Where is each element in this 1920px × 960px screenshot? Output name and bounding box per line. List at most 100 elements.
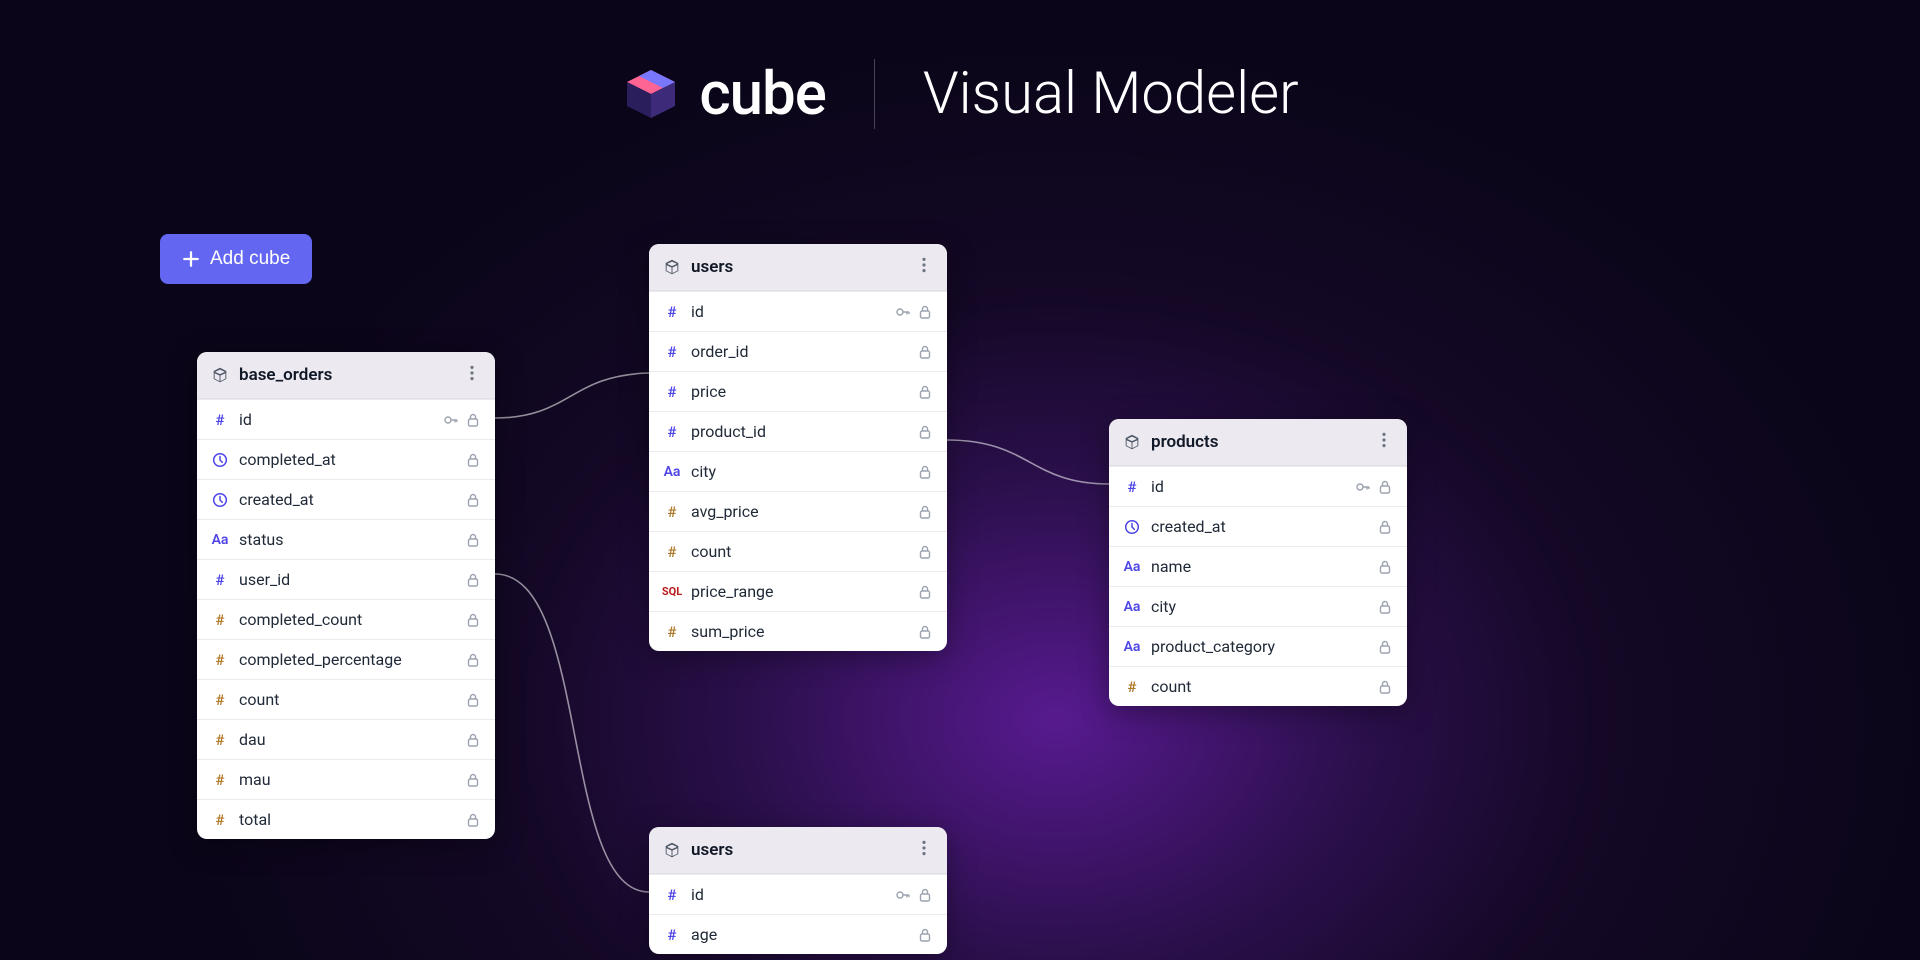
field-label: id [691,302,885,321]
card-header[interactable]: products [1109,419,1407,466]
lock-icon [917,464,933,480]
field-label: id [239,410,433,429]
field-label: city [1151,597,1367,616]
field-row[interactable]: #dau [197,719,495,759]
field-row[interactable]: #id [197,399,495,439]
field-row[interactable]: #completed_count [197,599,495,639]
field-row[interactable]: #order_id [649,331,947,371]
card-menu-button[interactable] [463,364,481,386]
field-row[interactable]: completed_at [197,439,495,479]
card-header-left: users [663,840,733,860]
field-meta [917,424,933,440]
field-label: price [691,382,907,401]
field-row[interactable]: SQLprice_range [649,571,947,611]
field-label: dau [239,730,455,749]
field-label: name [1151,557,1367,576]
lock-icon [465,452,481,468]
lock-icon [1377,519,1393,535]
field-meta [465,572,481,588]
cube-icon [663,841,681,859]
card-header[interactable]: base_orders [197,352,495,399]
field-row[interactable]: Aacity [649,451,947,491]
field-row[interactable]: Aacity [1109,586,1407,626]
field-meta [465,492,481,508]
field-row[interactable]: Aaproduct_category [1109,626,1407,666]
field-meta [895,887,933,903]
field-row[interactable]: created_at [1109,506,1407,546]
add-cube-button[interactable]: Add cube [160,234,312,284]
field-row[interactable]: # completed_percentage [197,639,495,679]
kebab-icon [463,364,481,382]
field-row[interactable]: # id [649,291,947,331]
field-meta [1377,639,1393,655]
lock-icon [465,532,481,548]
field-row[interactable]: #product_id [649,411,947,451]
field-meta [465,612,481,628]
lock-icon [465,652,481,668]
field-row[interactable]: #total [197,799,495,839]
lock-icon [465,772,481,788]
entity-card-users2[interactable]: users#id#age [649,827,947,954]
field-meta [917,384,933,400]
lock-icon [917,424,933,440]
field-row[interactable]: Aastatus [197,519,495,559]
plus-icon [182,250,200,268]
field-row[interactable]: # id [1109,466,1407,506]
card-menu-button[interactable] [1375,431,1393,453]
field-row[interactable]: Aaname [1109,546,1407,586]
kebab-icon [1375,431,1393,449]
key-icon [895,887,911,903]
entity-card-products[interactable]: products # id created_atAanameAacityAaprodu… [1109,419,1407,706]
entity-card-base_orders[interactable]: base_orders#idcompleted_atcreated_atAast… [197,352,495,839]
card-menu-button[interactable] [915,256,933,278]
cube-icon [663,258,681,276]
field-row[interactable]: #count [649,531,947,571]
field-label: completed_percentage [239,650,455,669]
field-label: age [691,925,907,944]
hash-icon: # [663,343,681,361]
field-label: id [1151,477,1345,496]
field-meta [465,692,481,708]
field-label: city [691,462,907,481]
lock-icon [1377,559,1393,575]
card-title: users [691,257,733,277]
field-row[interactable]: created_at [197,479,495,519]
field-meta [465,732,481,748]
field-row[interactable]: #sum_price [649,611,947,651]
field-label: sum_price [691,622,907,641]
field-row[interactable]: #count [197,679,495,719]
field-row[interactable]: #mau [197,759,495,799]
key-icon [443,412,459,428]
key-icon [1355,479,1371,495]
hash-icon: # [663,303,681,321]
lock-icon [1377,679,1393,695]
lock-icon [465,732,481,748]
clock-icon [1123,519,1141,535]
card-menu-button[interactable] [915,839,933,861]
card-header-left: base_orders [211,365,332,385]
hash-measure-icon: # [211,651,229,669]
field-row[interactable]: #avg_price [649,491,947,531]
field-row[interactable]: #count [1109,666,1407,706]
entity-card-users1[interactable]: users#id#order_id#price#product_idAacity… [649,244,947,651]
field-row[interactable]: #user_id [197,559,495,599]
lock-icon [465,492,481,508]
hash-measure-icon: # [211,811,229,829]
field-row[interactable]: #price [649,371,947,411]
card-header[interactable]: users [649,827,947,874]
hash-icon: # [663,886,681,904]
field-label: count [691,542,907,561]
header-divider [874,59,875,129]
field-meta [917,624,933,640]
lock-icon [917,584,933,600]
hash-measure-icon: # [211,611,229,629]
hash-icon: # [663,423,681,441]
card-header-left: users [663,257,733,277]
card-title: products [1151,432,1218,452]
hash-icon: # [1123,478,1141,496]
lock-icon [1377,599,1393,615]
field-row[interactable]: #age [649,914,947,954]
field-meta [1355,479,1393,495]
card-header[interactable]: users [649,244,947,291]
field-row[interactable]: #id [649,874,947,914]
